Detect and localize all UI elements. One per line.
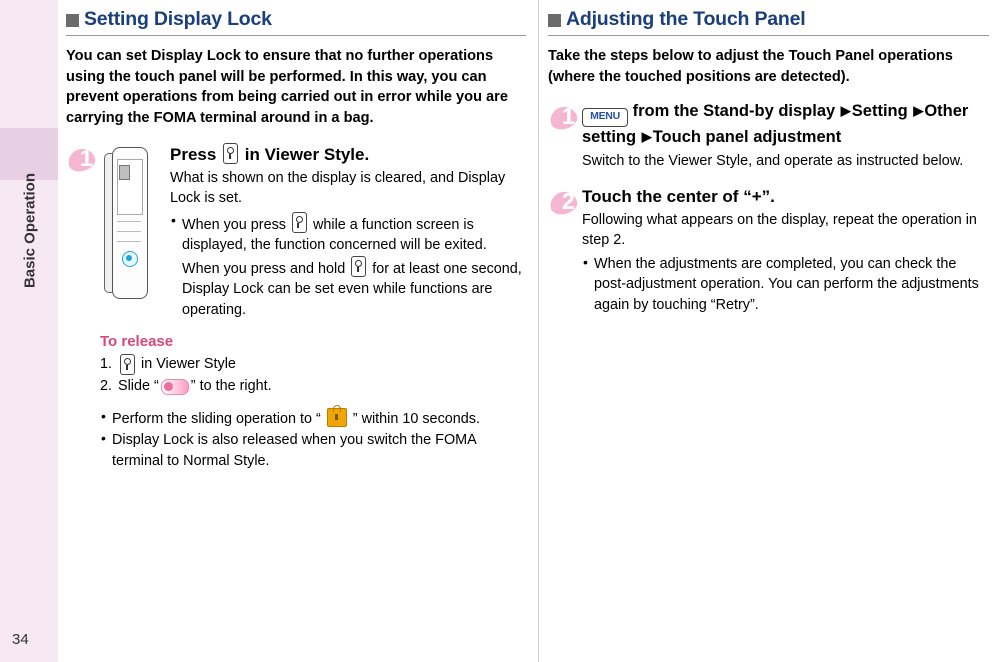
left-step-1-bullets: When you press while a function screen i… — [170, 211, 526, 320]
left-release-bullet-1-before: Perform the sliding operation to “ — [112, 410, 321, 427]
right-step-1-title: MENU from the Stand-by display ▶Setting … — [582, 101, 989, 149]
right-step-1-title-part4: Touch panel adjustment — [652, 128, 842, 147]
left-release-bullets: Perform the sliding operation to “ ” wit… — [100, 404, 526, 471]
sidebar-chapter-label: Basic Operation — [21, 172, 39, 289]
right-step-1-text: Switch to the Viewer Style, and operate … — [582, 153, 964, 170]
right-step-2-bullets: When the adjustments are completed, you … — [582, 253, 989, 315]
left-step-1-number: 1 — [65, 144, 100, 175]
left-step-1-title-after: in Viewer Style. — [244, 144, 370, 164]
to-release-item-1-text: in Viewer Style — [141, 356, 236, 373]
right-intro-paragraph: Take the steps below to adjust the Touch… — [548, 48, 953, 85]
phone-button-icon — [122, 250, 138, 267]
right-step-1-number: 1 — [547, 103, 582, 133]
left-release-bullet-1-after: ” within 10 seconds. — [352, 410, 480, 427]
right-step-2-bullet-1: When the adjustments are completed, you … — [582, 253, 989, 315]
to-release-title: To release — [100, 333, 174, 351]
left-release-bullet-1: Perform the sliding operation to “ ” wit… — [100, 404, 526, 429]
sidebar: Basic Operation 34 — [0, 0, 58, 662]
slider-unlock-icon — [160, 378, 189, 395]
left-step-1-title: Press in Viewer Style. — [170, 142, 526, 166]
left-release-bullet-2: Display Lock is also released when you s… — [100, 429, 526, 471]
left-step-1-bullet-1a: When you press — [182, 216, 286, 233]
left-column: Setting Display Lock You can set Display… — [58, 0, 540, 662]
to-release-item-1-index: 1. — [100, 356, 113, 373]
viewer-key-icon — [351, 255, 367, 277]
left-step-1-bullet-1: When you press while a function screen i… — [170, 211, 526, 320]
phone-line-3 — [117, 240, 141, 242]
arrow-right-icon: ▶ — [913, 103, 924, 119]
left-step-1-text: What is shown on the display is cleared,… — [170, 169, 506, 207]
right-step-2-title: Touch the center of “+”. — [582, 186, 775, 206]
square-marker-icon — [548, 14, 561, 27]
left-section-heading: Setting Display Lock — [66, 8, 526, 36]
left-step-1-title-before: Press — [170, 144, 217, 164]
viewer-key-icon — [223, 142, 239, 164]
page-number: 34 — [12, 631, 29, 648]
viewer-key-icon — [291, 211, 307, 233]
square-marker-icon — [66, 14, 79, 27]
left-step-1: 1 Press in Viewer Style. What is shown o… — [65, 142, 526, 321]
phone-line-1 — [117, 220, 141, 222]
to-release-item-2-text-before: Slide “ — [118, 378, 159, 395]
menu-key-icon: MENU — [582, 108, 628, 128]
phone-key — [119, 164, 130, 180]
right-step-1: 1 MENU from the Stand-by display ▶Settin… — [547, 101, 989, 171]
to-release-item-1: 1. in Viewer Style — [100, 353, 526, 375]
to-release-item-2: 2. Slide “ ” to the right. — [100, 375, 526, 397]
left-heading-title: Setting Display Lock — [84, 8, 272, 30]
right-step-1-digit: 1 — [562, 103, 575, 130]
arrow-right-icon: ▶ — [840, 103, 851, 119]
right-step-2-digit: 2 — [562, 187, 575, 214]
phone-line-2 — [117, 230, 141, 232]
arrow-right-icon: ▶ — [641, 129, 652, 145]
left-step-1-digit: 1 — [80, 144, 93, 171]
right-step-2-text: Following what appears on the display, r… — [582, 211, 977, 249]
right-step-1-title-part2: Setting — [851, 102, 908, 121]
viewer-key-icon — [120, 353, 135, 375]
phone-viewer-style-illustration — [104, 146, 152, 299]
to-release-item-2-index: 2. — [100, 378, 113, 395]
to-release-item-2-text-after: ” to the right. — [190, 378, 272, 395]
right-step-2: 2 Touch the center of “+”. Following wha… — [547, 186, 989, 316]
lock-icon — [326, 404, 347, 427]
to-release-list: 1. in Viewer Style 2. Slide “ ” to the r… — [100, 353, 526, 398]
right-column: Adjusting the Touch Panel Take the steps… — [540, 0, 1003, 662]
left-intro-paragraph: You can set Display Lock to ensure that … — [66, 48, 508, 127]
right-step-2-number: 2 — [547, 187, 582, 218]
right-step-1-title-part1: from the Stand-by display — [632, 102, 836, 121]
phone-illustration-wrap — [100, 143, 170, 299]
right-section-heading: Adjusting the Touch Panel — [548, 8, 989, 36]
right-heading-title: Adjusting the Touch Panel — [566, 8, 806, 30]
